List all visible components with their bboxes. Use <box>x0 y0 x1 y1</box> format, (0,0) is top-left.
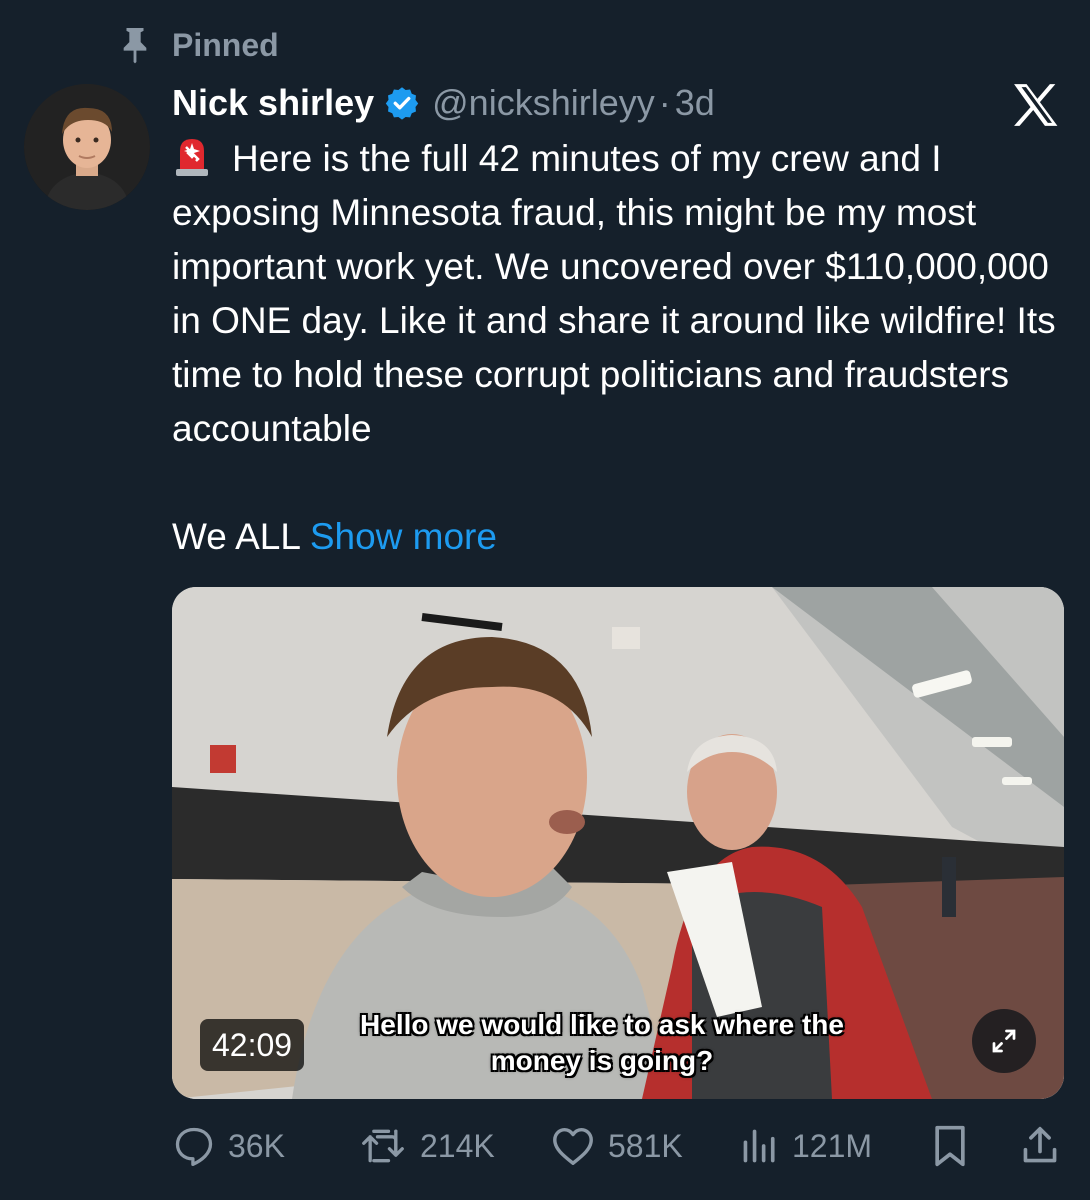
rotating-light-icon <box>176 139 208 176</box>
video-thumbnail[interactable]: Hello we would like to ask where the mon… <box>172 587 1064 1099</box>
views-icon <box>743 1129 775 1163</box>
avatar[interactable] <box>24 84 150 210</box>
separator-dot: · <box>658 82 671 123</box>
like-button[interactable]: 581K <box>550 1120 683 1172</box>
show-more-link[interactable]: Show more <box>310 516 497 557</box>
x-logo-icon <box>1014 84 1058 126</box>
reply-icon <box>175 1127 213 1166</box>
expand-button[interactable] <box>972 1009 1036 1073</box>
reply-count: 36K <box>228 1127 285 1164</box>
expand-icon <box>992 1029 1016 1053</box>
tweet-body: Here is the full 42 minutes of my crew a… <box>172 132 1062 456</box>
action-bar: 36K 214K 581K 121M <box>172 1120 1064 1172</box>
reply-button[interactable]: 36K <box>172 1120 285 1172</box>
post-time[interactable]: 3d <box>675 82 715 124</box>
verified-badge-icon <box>385 87 419 120</box>
bookmark-button[interactable] <box>930 1120 982 1172</box>
author-handle[interactable]: @nickshirleyy <box>432 82 655 124</box>
pinned-indicator: Pinned <box>118 22 279 68</box>
tweet-text: Here is the full 42 minutes of my crew a… <box>172 138 1056 449</box>
caption-line-2: money is going? <box>490 1045 714 1076</box>
views-count: 121M <box>792 1127 873 1164</box>
retweet-count: 214K <box>420 1127 495 1164</box>
share-icon <box>1023 1126 1057 1163</box>
video-duration: 42:09 <box>200 1019 305 1071</box>
pinned-label: Pinned <box>172 26 279 63</box>
continuation-text: We ALL <box>172 516 300 557</box>
pin-icon <box>123 28 147 64</box>
bookmark-icon <box>935 1125 965 1167</box>
retweet-icon <box>362 1129 404 1163</box>
views-button[interactable]: 121M <box>740 1120 872 1172</box>
caption-line-1: Hello we would like to ask where the <box>360 1009 844 1040</box>
like-count: 581K <box>608 1127 683 1164</box>
video-caption: Hello we would like to ask where the mon… <box>292 1007 912 1079</box>
author-name[interactable]: Nick shirley <box>172 82 374 124</box>
avatar-image <box>24 84 150 210</box>
heart-icon <box>553 1127 593 1165</box>
retweet-button[interactable]: 214K <box>358 1120 495 1172</box>
share-button[interactable] <box>1020 1120 1072 1172</box>
tweet-continuation: We ALL Show more <box>172 510 497 564</box>
tweet-header: Nick shirley @nickshirleyy · 3d <box>172 78 715 128</box>
